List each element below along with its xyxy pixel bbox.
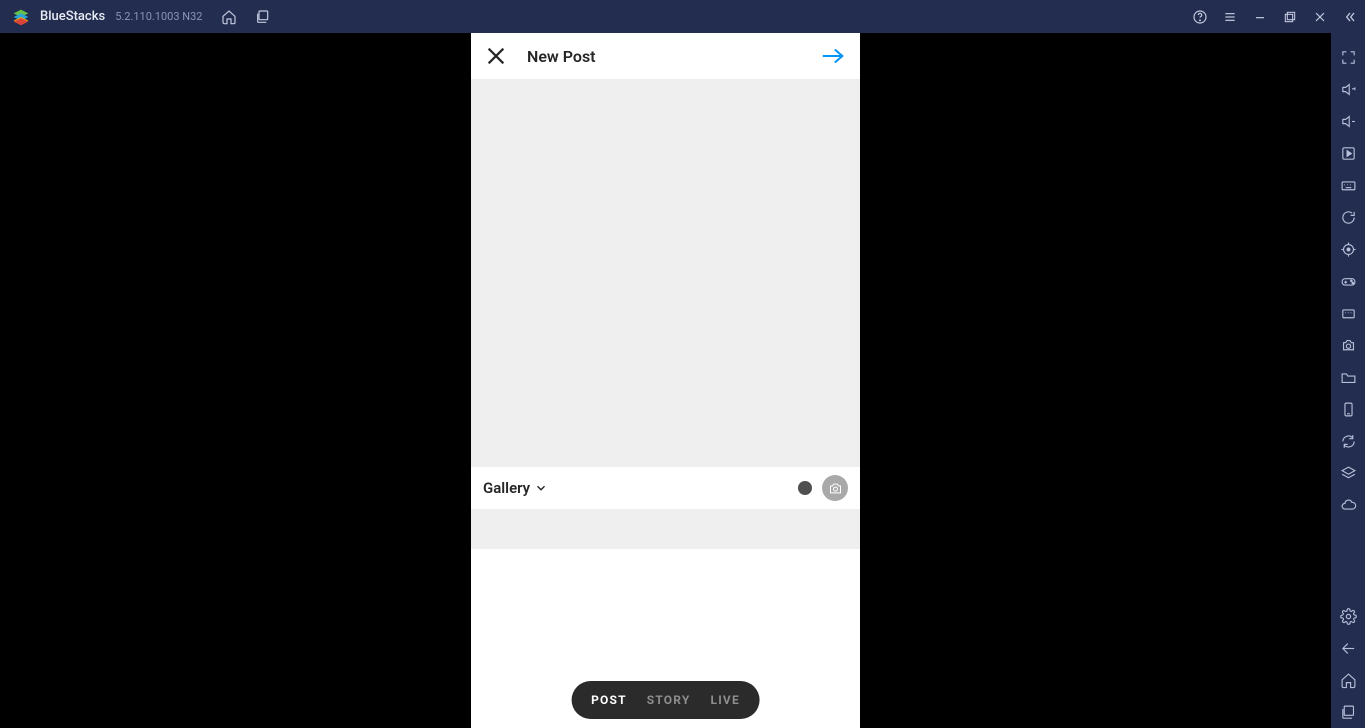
volume-down-icon[interactable]	[1331, 105, 1365, 137]
mode-selector: POST STORY LIVE	[571, 681, 760, 719]
title-bar: BlueStacks 5.2.110.1003 N32	[0, 0, 1365, 33]
page-title: New Post	[527, 47, 596, 66]
gallery-bar: Gallery	[471, 467, 860, 509]
install-apk-icon[interactable]	[1331, 393, 1365, 425]
version-label: 5.2.110.1003 N32	[115, 10, 202, 23]
phone-screen: New Post Gallery	[471, 33, 860, 728]
collapse-sidebar-icon[interactable]	[1335, 4, 1365, 30]
title-bar-left: BlueStacks 5.2.110.1003 N32	[0, 4, 276, 30]
gallery-actions	[798, 475, 848, 501]
maximize-icon[interactable]	[1275, 4, 1305, 30]
nav-recents-icon[interactable]	[1331, 696, 1365, 728]
mode-post[interactable]: POST	[591, 693, 627, 707]
main-area: New Post Gallery	[0, 33, 1365, 728]
side-toolbar	[1331, 33, 1365, 728]
macro-icon[interactable]	[1331, 297, 1365, 329]
help-icon[interactable]	[1185, 4, 1215, 30]
media-play-icon[interactable]	[1331, 137, 1365, 169]
title-bar-right	[1185, 0, 1365, 33]
chevron-down-icon	[534, 481, 548, 495]
layers-icon[interactable]	[1331, 457, 1365, 489]
product-name: BlueStacks	[40, 9, 105, 24]
next-arrow-icon[interactable]	[820, 45, 846, 67]
cloud-icon[interactable]	[1331, 489, 1365, 521]
fullscreen-icon[interactable]	[1331, 41, 1365, 73]
folder-icon[interactable]	[1331, 361, 1365, 393]
minimize-icon[interactable]	[1245, 4, 1275, 30]
sync-icon[interactable]	[1331, 201, 1365, 233]
gamepad-icon[interactable]	[1331, 265, 1365, 297]
gallery-label-text: Gallery	[483, 479, 530, 497]
home-icon[interactable]	[216, 4, 242, 30]
lower-area: POST STORY LIVE	[471, 549, 860, 728]
emulator-viewport: New Post Gallery	[0, 33, 1331, 728]
mode-story[interactable]: STORY	[647, 693, 691, 707]
hamburger-menu-icon[interactable]	[1215, 4, 1245, 30]
location-icon[interactable]	[1331, 233, 1365, 265]
thumbnail-strip	[471, 509, 860, 549]
media-preview-area	[471, 79, 860, 467]
bluestacks-logo-icon	[10, 6, 32, 28]
nav-home-icon[interactable]	[1331, 664, 1365, 696]
settings-icon[interactable]	[1331, 600, 1365, 632]
close-window-icon[interactable]	[1305, 4, 1335, 30]
mode-live[interactable]: LIVE	[711, 693, 740, 707]
volume-up-icon[interactable]	[1331, 73, 1365, 105]
gallery-dropdown[interactable]: Gallery	[483, 479, 548, 497]
back-icon[interactable]	[1331, 632, 1365, 664]
new-post-header: New Post	[471, 33, 860, 79]
close-icon[interactable]	[485, 45, 507, 67]
screenshot-icon[interactable]	[1331, 329, 1365, 361]
rotate-icon[interactable]	[1331, 425, 1365, 457]
recents-icon[interactable]	[250, 4, 276, 30]
keyboard-icon[interactable]	[1331, 169, 1365, 201]
multi-select-icon[interactable]	[798, 481, 812, 495]
camera-icon[interactable]	[822, 475, 848, 501]
